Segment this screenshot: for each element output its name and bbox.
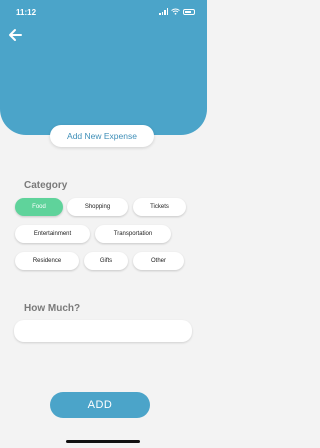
back-arrow-icon[interactable]: [6, 26, 24, 44]
home-indicator: [66, 440, 140, 443]
add-button[interactable]: ADD: [50, 392, 150, 418]
category-chip-gifts[interactable]: Gifts: [84, 252, 128, 270]
amount-input[interactable]: [14, 320, 192, 342]
category-chip-transportation[interactable]: Transportation: [95, 225, 171, 243]
category-chip-food[interactable]: Food: [15, 198, 63, 216]
page-title: Add New Expense: [50, 125, 154, 147]
category-chip-shopping[interactable]: Shopping: [67, 198, 128, 216]
category-chip-residence[interactable]: Residence: [15, 252, 79, 270]
amount-label: How Much?: [24, 303, 81, 314]
category-label: Category: [24, 180, 68, 191]
category-chip-tickets[interactable]: Tickets: [133, 198, 186, 216]
category-chip-entertainment[interactable]: Entertainment: [15, 225, 90, 243]
header: 11:12: [0, 0, 207, 135]
signal-icon: [159, 8, 168, 15]
status-icons: [159, 8, 195, 15]
category-chip-other[interactable]: Other: [133, 252, 184, 270]
wifi-icon: [171, 8, 180, 15]
battery-icon: [183, 8, 195, 15]
status-time: 11:12: [16, 8, 37, 17]
